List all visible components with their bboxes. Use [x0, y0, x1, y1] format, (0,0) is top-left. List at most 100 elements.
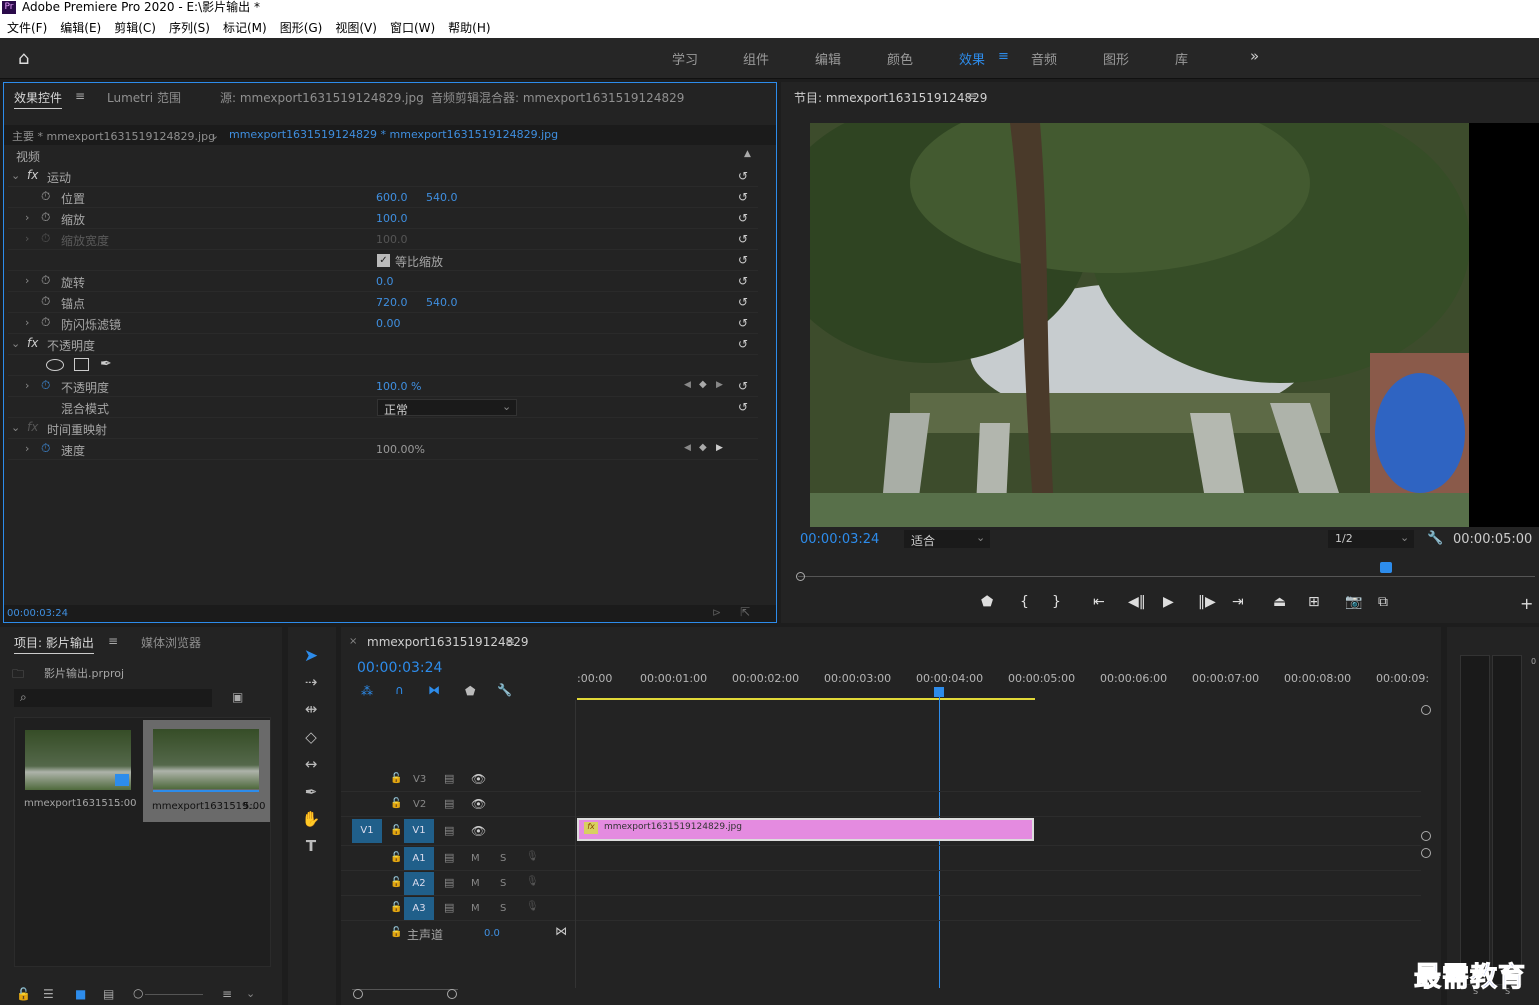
reset-icon[interactable]: ↺ — [738, 400, 748, 414]
ws-editing[interactable]: 编辑 — [815, 49, 841, 68]
opacity-value[interactable]: 100.0 % — [376, 380, 421, 393]
nest-icon[interactable]: ⁂ — [361, 684, 373, 698]
reset-icon[interactable]: ↺ — [738, 169, 748, 183]
ws-audio[interactable]: 音频 — [1031, 49, 1057, 68]
scrubber-start-handle[interactable] — [796, 572, 805, 581]
stopwatch-icon[interactable]: ⏱ — [41, 315, 50, 330]
vertical-zoom-handle[interactable] — [1421, 848, 1431, 858]
snap-magnet-icon[interactable]: ∩ — [395, 683, 404, 697]
project-search-input[interactable]: ⌕ — [14, 689, 212, 707]
lock-icon[interactable]: 🔓 — [390, 877, 402, 888]
master-volume[interactable]: 0.0 — [484, 928, 500, 939]
reset-icon[interactable]: ↺ — [738, 274, 748, 288]
next-keyframe-icon[interactable]: ▶ — [716, 443, 723, 453]
menu-marker[interactable]: 标记(M) — [216, 16, 273, 36]
tab-lumetri-scopes[interactable]: Lumetri 范围 — [107, 89, 181, 106]
track-target-a1[interactable]: A1 — [404, 847, 434, 870]
program-scrubber[interactable] — [796, 560, 1535, 582]
playhead-marker[interactable] — [1380, 562, 1392, 573]
eye-icon[interactable]: 👁 — [471, 824, 486, 838]
sync-lock-icon[interactable]: ▤ — [444, 876, 454, 889]
reset-icon[interactable]: ↺ — [738, 379, 748, 393]
project-item-1[interactable]: mmexport1631519... 5:00 — [143, 720, 270, 822]
ripple-edit-tool-icon[interactable]: ⇹ — [300, 700, 322, 722]
ws-color[interactable]: 颜色 — [887, 49, 913, 68]
effect-controls-timecode[interactable]: 00:00:03:24 — [7, 608, 68, 619]
sync-lock-icon[interactable]: ▤ — [444, 901, 454, 914]
timeline-settings-wrench-icon[interactable]: 🔧 — [497, 683, 512, 697]
anchor-y[interactable]: 540.0 — [426, 296, 458, 309]
project-menu-icon[interactable]: ≡ — [108, 634, 118, 648]
home-icon[interactable]: ⌂ — [18, 48, 29, 69]
stopwatch-icon[interactable]: ⏱ — [41, 441, 50, 456]
menu-window[interactable]: 窗口(W) — [383, 16, 441, 36]
slip-tool-icon[interactable]: ↔ — [300, 755, 322, 777]
lock-icon[interactable]: 🔓 — [390, 902, 402, 913]
button-editor-plus-icon[interactable]: + — [1520, 594, 1533, 613]
vertical-zoom-handle[interactable] — [1421, 831, 1431, 841]
program-timecode[interactable]: 00:00:03:24 — [800, 532, 879, 547]
reset-icon[interactable]: ↺ — [738, 253, 748, 267]
tab-project[interactable]: 项目: 影片输出 — [14, 634, 94, 654]
reset-icon[interactable]: ↺ — [738, 232, 748, 246]
expand-icon[interactable]: ⌄ — [11, 169, 20, 182]
pen-tool-icon[interactable]: ✒ — [300, 783, 322, 805]
lock-icon[interactable]: 🔓 — [16, 987, 31, 1001]
resolution-select[interactable]: 1/2 ⌄ — [1328, 530, 1414, 548]
ws-learn[interactable]: 学习 — [672, 49, 698, 68]
program-title[interactable]: 节目: mmexport1631519124829 — [794, 89, 987, 106]
add-marker-icon[interactable]: ⬟ — [981, 594, 993, 610]
step-back-icon[interactable]: ◀‖ — [1128, 594, 1146, 610]
reset-icon[interactable]: ↺ — [738, 211, 748, 225]
expand-icon[interactable]: › — [25, 274, 29, 287]
stopwatch-icon[interactable]: ⏱ — [41, 210, 50, 225]
selection-tool-icon[interactable]: ➤ — [300, 646, 322, 668]
prev-keyframe-icon[interactable]: ◀ — [684, 443, 691, 453]
solo-button[interactable]: S — [500, 903, 506, 914]
sequence-clip-label[interactable]: mmexport1631519124829 * mmexport16315191… — [229, 128, 558, 141]
sync-lock-icon[interactable]: ▤ — [444, 797, 454, 810]
track-target-a3[interactable]: A3 — [404, 897, 434, 920]
scroll-up-icon[interactable]: ▲ — [744, 149, 751, 159]
track-a3[interactable]: 🔓 A3 ▤ M S 🎙 — [341, 896, 1421, 921]
lock-icon[interactable]: 🔓 — [390, 927, 402, 938]
eye-icon[interactable]: 👁 — [471, 772, 486, 786]
reset-icon[interactable]: ↺ — [738, 190, 748, 204]
timeline-playhead-marker[interactable] — [934, 687, 944, 697]
add-keyframe-icon[interactable]: ◆ — [699, 379, 707, 390]
expand-icon[interactable]: › — [25, 442, 29, 455]
track-target-v1[interactable]: V1 — [404, 819, 434, 843]
track-target-a2[interactable]: A2 — [404, 872, 434, 895]
menu-sequence[interactable]: 序列(S) — [162, 16, 216, 36]
eye-icon[interactable]: 👁 — [471, 797, 486, 811]
speed-value[interactable]: 100.00% — [376, 443, 425, 456]
close-tab-icon[interactable]: × — [349, 636, 357, 647]
chevron-down-icon[interactable]: ⌄ — [210, 129, 219, 142]
scale-value[interactable]: 100.0 — [376, 212, 408, 225]
mark-out-icon[interactable]: } — [1052, 594, 1061, 610]
list-view-icon[interactable]: ☰ — [43, 987, 54, 1001]
sync-lock-icon[interactable]: ▤ — [444, 851, 454, 864]
export-icon[interactable]: ⇱ — [740, 605, 750, 619]
icon-view-icon[interactable]: ■ — [75, 987, 86, 1001]
mute-button[interactable]: M — [471, 878, 480, 889]
lock-icon[interactable]: 🔓 — [390, 798, 402, 809]
freeform-view-icon[interactable]: ▤ — [103, 987, 114, 1001]
work-area-bar[interactable] — [577, 698, 1035, 700]
sync-lock-icon[interactable]: ▤ — [444, 772, 454, 785]
add-keyframe-icon[interactable]: ◆ — [699, 442, 707, 453]
expand-icon[interactable]: › — [25, 316, 29, 329]
track-select-tool-icon[interactable]: ⇢ — [300, 673, 322, 695]
tab-media-browser[interactable]: 媒体浏览器 — [141, 634, 201, 651]
microphone-icon[interactable]: 🎙 — [526, 876, 539, 887]
expand-icon[interactable]: ⌄ — [11, 337, 20, 350]
tab-source[interactable]: 源: mmexport1631519124829.jpg — [220, 89, 424, 106]
lock-icon[interactable]: 🔓 — [390, 825, 402, 836]
go-to-in-icon[interactable]: ⇤ — [1093, 594, 1105, 610]
lock-icon[interactable]: 🔓 — [390, 773, 402, 784]
add-marker-icon[interactable]: ⬟ — [465, 684, 475, 698]
tab-effect-controls[interactable]: 效果控件 — [14, 89, 63, 109]
expand-icon[interactable]: › — [25, 211, 29, 224]
track-v2[interactable]: 🔓 V2 ▤ 👁 — [341, 792, 1421, 817]
mark-in-icon[interactable]: { — [1020, 594, 1029, 610]
